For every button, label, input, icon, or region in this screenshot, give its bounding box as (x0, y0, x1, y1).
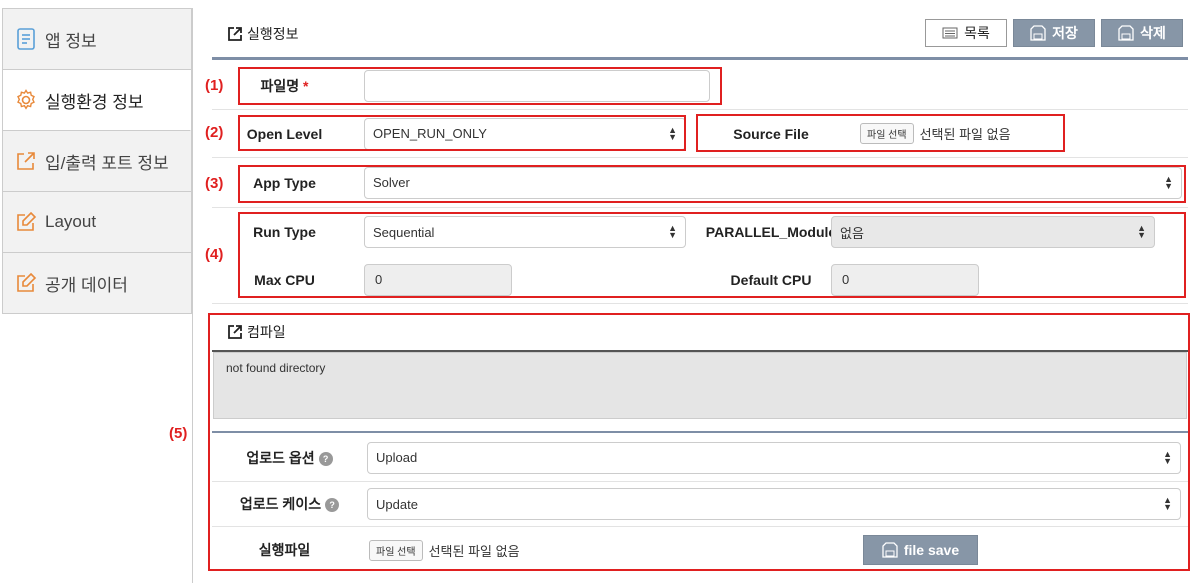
sidebar-item-public-data[interactable]: 공개 데이터 (3, 253, 191, 314)
parallel-module-value: 없음 (840, 225, 864, 241)
document-icon (13, 26, 39, 52)
upload-option-label-text: 업로드 옵션 (246, 449, 315, 466)
source-file-status: 선택된 파일 없음 (919, 127, 1011, 142)
upload-option-row: 업로드 옵션? Upload ▲ ▼ (212, 434, 1188, 482)
upload-option-value: Upload (376, 450, 418, 465)
sidebar: 앱 정보 실행환경 정보 입/출력 포트 정보 Layout 공개 데이터 (2, 8, 192, 314)
sidebar-item-label: 앱 정보 (45, 31, 97, 51)
external-link-icon (228, 325, 242, 339)
select-arrows-icon: ▲ ▼ (1163, 495, 1172, 512)
select-arrows-icon: ▲ ▼ (1163, 448, 1172, 466)
app-type-row: App Type Solver ▲ ▼ (212, 158, 1188, 208)
open-level-value: OPEN_RUN_ONLY (373, 126, 487, 141)
help-icon[interactable]: ? (318, 451, 333, 466)
sidebar-divider (192, 8, 193, 583)
page-title: 실행정보 (227, 24, 299, 44)
app-type-select[interactable]: Solver ▲ ▼ (364, 166, 1182, 199)
list-button[interactable]: 목록 (925, 19, 1007, 47)
annotation-label-2: (2) (205, 124, 224, 141)
help-icon[interactable]: ? (325, 498, 340, 513)
compile-bottom-divider (212, 431, 1188, 433)
filename-input[interactable] (364, 69, 710, 102)
edit-icon (13, 209, 39, 235)
annotation-label-4: (4) (205, 246, 224, 263)
delete-button-label: 삭제 (1140, 25, 1166, 41)
annotation-label-3: (3) (205, 175, 224, 192)
filename-label: 파일명 * (212, 76, 357, 96)
open-level-row: Open Level OPEN_RUN_ONLY ▲ ▼ Source File … (212, 110, 1188, 158)
app-type-label: App Type (253, 174, 316, 191)
source-file-button[interactable]: 파일 선택 (860, 123, 914, 144)
page-title-text: 실행정보 (247, 26, 299, 42)
compile-title-text: 컴파일 (247, 324, 286, 340)
delete-button[interactable]: 삭제 (1101, 19, 1183, 47)
sidebar-item-io-port-info[interactable]: 입/출력 포트 정보 (3, 131, 191, 192)
sidebar-item-runtime-info[interactable]: 실행환경 정보 (3, 70, 191, 131)
select-arrows-icon: ▲ ▼ (1137, 223, 1146, 240)
cpu-row: Max CPU 0 Default CPU 0 (212, 256, 1188, 304)
sidebar-item-label: 실행환경 정보 (45, 92, 144, 112)
sidebar-item-label: Layout (45, 212, 97, 231)
exec-file-button[interactable]: 파일 선택 (369, 539, 423, 561)
gear-icon (13, 87, 39, 113)
file-save-label: file save (903, 542, 960, 558)
max-cpu-label: Max CPU (254, 271, 315, 288)
max-cpu-input[interactable]: 0 (364, 263, 512, 296)
run-type-select[interactable]: Sequential ▲ ▼ (364, 216, 686, 248)
header-divider (212, 57, 1188, 60)
edit-icon (13, 270, 39, 296)
compile-title: 컴파일 (227, 322, 286, 342)
save-icon (1030, 25, 1046, 41)
exec-file-row: 실행파일 파일 선택 선택된 파일 없음 file save (212, 527, 1188, 573)
source-file-label: Source File (733, 125, 809, 142)
upload-case-row: 업로드 케이스? Update ▲ ▼ (212, 482, 1188, 527)
run-type-row: Run Type Sequential ▲ ▼ PARALLEL_Module 없… (212, 208, 1188, 256)
toolbar: 목록 저장 삭제 (925, 19, 1183, 47)
select-arrows-icon: ▲ ▼ (668, 124, 677, 142)
upload-option-label: 업로드 옵션? (212, 448, 367, 468)
source-file-picker: 파일 선택 선택된 파일 없음 (860, 123, 1011, 144)
list-icon (942, 27, 958, 39)
exec-file-picker: 파일 선택 선택된 파일 없음 (369, 539, 863, 561)
sidebar-item-label: 공개 데이터 (45, 275, 128, 295)
upload-case-label-text: 업로드 케이스 (239, 496, 322, 512)
upload-option-select[interactable]: Upload ▲ ▼ (367, 441, 1181, 474)
sidebar-item-layout[interactable]: Layout (3, 192, 191, 253)
open-level-label: Open Level (246, 125, 323, 142)
compile-output: not found directory (213, 352, 1187, 419)
default-cpu-input[interactable]: 0 (831, 263, 979, 296)
run-type-label: Run Type (253, 224, 316, 240)
save-icon (882, 542, 898, 558)
external-link-icon (228, 27, 242, 41)
filename-label-text: 파일명 (260, 77, 300, 94)
run-type-value: Sequential (373, 224, 435, 240)
select-arrows-icon: ▲ ▼ (1164, 173, 1173, 191)
upload-case-value: Update (376, 496, 418, 512)
filename-row: 파일명 * (212, 62, 1188, 110)
select-arrows-icon: ▲ ▼ (668, 223, 677, 240)
file-save-button[interactable]: file save (863, 535, 978, 565)
required-mark: * (303, 77, 309, 94)
exec-file-label: 실행파일 (258, 542, 311, 558)
save-button[interactable]: 저장 (1013, 19, 1095, 47)
app-type-value: Solver (373, 175, 410, 190)
upload-case-label: 업로드 케이스? (212, 494, 367, 514)
sidebar-item-app-info[interactable]: 앱 정보 (3, 9, 191, 70)
open-level-select[interactable]: OPEN_RUN_ONLY ▲ ▼ (364, 117, 686, 150)
delete-icon (1118, 25, 1134, 41)
sidebar-item-label: 입/출력 포트 정보 (45, 153, 169, 173)
list-button-label: 목록 (964, 25, 990, 41)
external-link-icon (13, 148, 39, 174)
annotation-label-1: (1) (205, 77, 224, 94)
save-button-label: 저장 (1052, 25, 1078, 41)
exec-file-status: 선택된 파일 없음 (428, 543, 520, 559)
parallel-module-select[interactable]: 없음 ▲ ▼ (831, 216, 1155, 248)
annotation-label-5: (5) (169, 425, 188, 442)
upload-case-select[interactable]: Update ▲ ▼ (367, 488, 1181, 520)
